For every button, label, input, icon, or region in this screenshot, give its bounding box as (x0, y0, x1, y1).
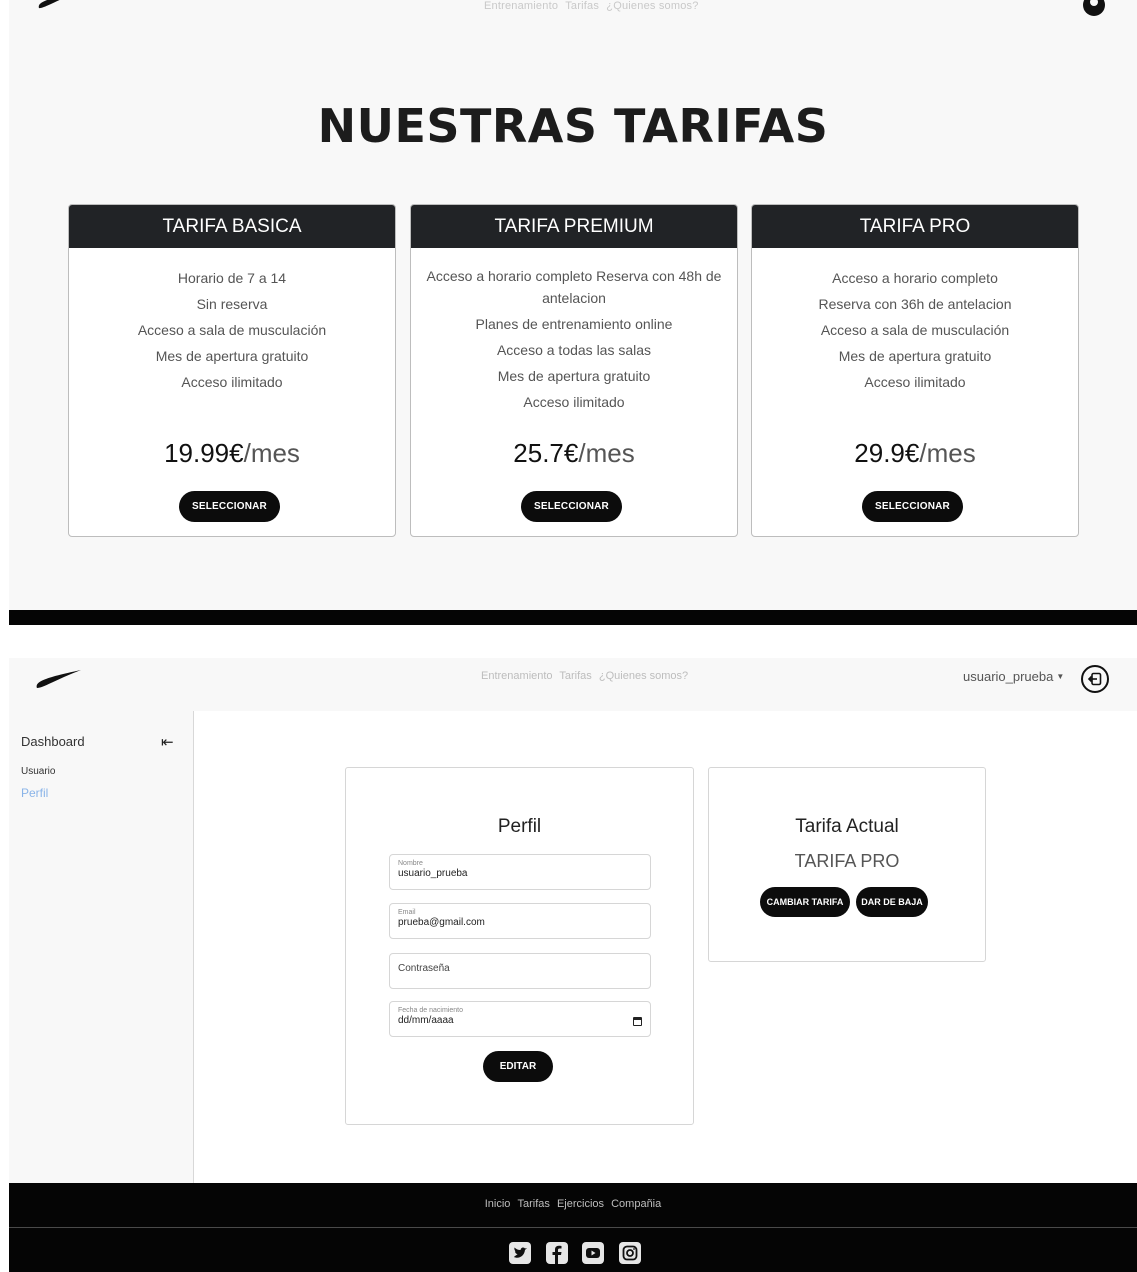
top-nav-link-tarifas[interactable]: Tarifas (565, 0, 599, 12)
plan-name: TARIFA PREMIUM (411, 205, 737, 248)
section-divider (9, 610, 1137, 625)
plan-features: Acceso a horario completo Reserva con 48… (411, 248, 737, 413)
price-period: /mes (919, 438, 976, 468)
birthdate-field[interactable]: Fecha de nacimiento dd/mm/aaaa (389, 1001, 651, 1037)
username-label: usuario_prueba (963, 669, 1054, 684)
plan-feature: Acceso ilimitado (864, 374, 966, 390)
user-dropdown[interactable]: usuario_prueba ▼ (963, 669, 1064, 684)
plan-feature: Mes de apertura gratuito (497, 368, 651, 384)
top-nav-link-entrenamiento[interactable]: Entrenamiento (484, 0, 558, 12)
plan-features: Horario de 7 a 14 Sin reserva Acceso a s… (69, 248, 395, 395)
plan-feature: Mes de apertura gratuito (155, 348, 309, 364)
footer-links: Inicio Tarifas Ejercicios Compañia (9, 1198, 1137, 1210)
name-field-label: Nombre (398, 860, 423, 867)
top-navbar: Entrenamiento Tarifas ¿Quienes somos? (9, 0, 1137, 41)
plan-feature: Acceso a todas las salas (496, 342, 652, 358)
profile-card: Perfil Nombre usuario_prueba Email prueb… (345, 767, 694, 1125)
caret-down-icon: ▼ (1056, 672, 1065, 681)
plan-feature: Planes de entrenamiento online (475, 316, 673, 332)
plan-card-basica: TARIFA BASICA Horario de 7 a 14 Sin rese… (68, 204, 396, 537)
app-nav-links: Entrenamiento Tarifas ¿Quienes somos? (481, 670, 692, 682)
app-navbar: Entrenamiento Tarifas ¿Quienes somos? us… (9, 658, 1137, 711)
price-amount: 19.99€ (164, 438, 244, 468)
plan-feature: Acceso ilimitado (181, 374, 283, 390)
footer-link-tarifas[interactable]: Tarifas (518, 1198, 550, 1210)
social-links (509, 1242, 641, 1264)
plan-name: TARIFA BASICA (69, 205, 395, 248)
email-field-label: Email (398, 909, 416, 916)
plan-feature: Horario de 7 a 14 (177, 270, 287, 286)
nav-link-tarifas[interactable]: Tarifas (559, 670, 591, 682)
plan-feature: Acceso a sala de musculación (820, 322, 1010, 338)
footer: Inicio Tarifas Ejercicios Compañia (9, 1183, 1137, 1272)
instagram-icon[interactable] (618, 1242, 641, 1264)
profile-title: Perfil (497, 816, 542, 837)
sidebar: Dashboard ⇤ Usuario Perfil (9, 711, 194, 1183)
price-amount: 29.9€ (854, 438, 920, 468)
youtube-icon[interactable] (582, 1242, 605, 1264)
logout-button[interactable] (1081, 665, 1109, 693)
plan-feature: Acceso ilimitado (523, 394, 625, 410)
birthdate-field-value: dd/mm/aaaa (398, 1015, 454, 1026)
collapse-sidebar-icon[interactable]: ⇤ (161, 733, 174, 751)
plan-feature: Mes de apertura gratuito (838, 348, 992, 364)
plan-feature: Reserva con 36h de antelacion (818, 296, 1012, 312)
calendar-icon[interactable] (633, 1017, 642, 1026)
current-plan-title: Tarifa Actual (795, 816, 899, 837)
plan-price: 25.7€/mes (411, 438, 737, 469)
price-amount: 25.7€ (513, 438, 579, 468)
birthdate-field-label: Fecha de nacimiento (398, 1007, 463, 1014)
email-field-value: prueba@gmail.com (398, 917, 485, 928)
nav-link-quienes-somos[interactable]: ¿Quienes somos? (599, 670, 688, 682)
swoosh-logo-icon[interactable] (35, 668, 83, 690)
select-plan-button[interactable]: SELECCIONAR (179, 491, 280, 522)
price-period: /mes (243, 438, 300, 468)
change-plan-button[interactable]: CAMBIAR TARIFA (760, 887, 850, 917)
sidebar-item-perfil[interactable]: Perfil (21, 786, 48, 800)
cancel-subscription-button[interactable]: DAR DE BAJA (856, 887, 928, 917)
logout-icon (1087, 672, 1102, 686)
top-nav-link-quienes-somos[interactable]: ¿Quienes somos? (606, 0, 698, 12)
footer-link-ejercicios[interactable]: Ejercicios (557, 1198, 604, 1210)
select-plan-button[interactable]: SELECCIONAR (862, 491, 963, 522)
password-field[interactable]: Contraseña (389, 953, 651, 989)
name-field[interactable]: Nombre usuario_prueba (389, 854, 651, 890)
sidebar-section-usuario: Usuario (21, 766, 56, 777)
password-field-placeholder: Contraseña (398, 963, 450, 974)
nav-link-entrenamiento[interactable]: Entrenamiento (481, 670, 553, 682)
current-plan-card: Tarifa Actual TARIFA PRO CAMBIAR TARIFA … (708, 767, 986, 962)
current-plan-name: TARIFA PRO (794, 851, 900, 871)
plan-card-pro: TARIFA PRO Acceso a horario completo Res… (751, 204, 1079, 537)
top-nav-links: Entrenamiento Tarifas ¿Quienes somos? (484, 0, 703, 12)
plan-feature: Acceso a horario completo (832, 270, 998, 286)
footer-link-compania[interactable]: Compañia (611, 1198, 661, 1210)
plan-price: 19.99€/mes (69, 438, 395, 469)
footer-divider (9, 1227, 1137, 1228)
swoosh-logo-icon[interactable] (37, 0, 81, 10)
facebook-icon[interactable] (545, 1242, 568, 1264)
tarifas-section: NUESTRAS TARIFAS TARIFA BASICA Horario d… (9, 41, 1137, 610)
plan-feature: Acceso a sala de musculación (137, 322, 327, 338)
plan-price: 29.9€/mes (752, 438, 1078, 469)
page-title: NUESTRAS TARIFAS (317, 99, 829, 153)
plan-card-premium: TARIFA PREMIUM Acceso a horario completo… (410, 204, 738, 537)
email-field[interactable]: Email prueba@gmail.com (389, 903, 651, 939)
plan-feature: Acceso a horario completo Reserva con 48… (426, 268, 722, 306)
footer-link-inicio[interactable]: Inicio (485, 1198, 511, 1210)
price-period: /mes (578, 438, 635, 468)
name-field-value: usuario_prueba (398, 868, 468, 879)
user-avatar-icon[interactable] (1081, 0, 1107, 18)
sidebar-title: Dashboard (21, 734, 85, 749)
edit-button[interactable]: EDITAR (483, 1051, 553, 1082)
main-content: Perfil Nombre usuario_prueba Email prueb… (194, 711, 1137, 1183)
plan-features: Acceso a horario completo Reserva con 36… (752, 248, 1078, 395)
plan-name: TARIFA PRO (752, 205, 1078, 248)
plan-feature: Sin reserva (196, 296, 268, 312)
select-plan-button[interactable]: SELECCIONAR (521, 491, 622, 522)
twitter-icon[interactable] (509, 1242, 531, 1264)
